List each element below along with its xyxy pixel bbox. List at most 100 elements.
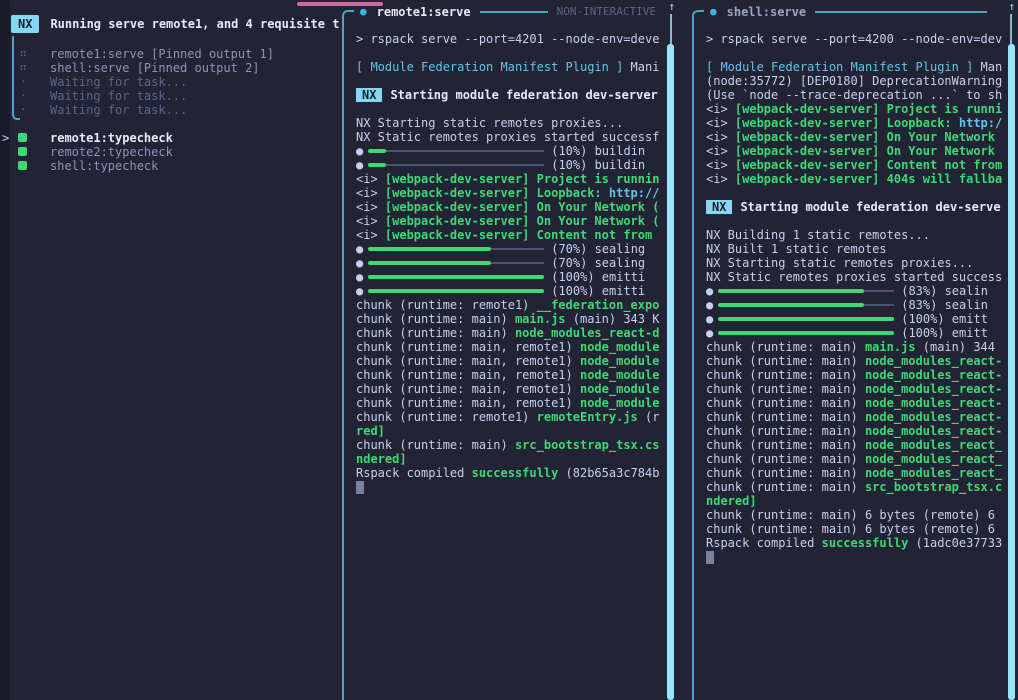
terminal-text-segment: red] <box>356 424 385 438</box>
selection-caret: > <box>2 131 14 145</box>
terminal-text-segment: main.js <box>865 340 916 354</box>
waiting-dot-icon: · <box>16 89 30 103</box>
terminal-text-segment: (Use `node --trace-deprecation ...` to s… <box>706 88 1002 102</box>
terminal-text-segment: > rspack serve --port=4200 --node-env=de… <box>706 32 1002 46</box>
progress-fill <box>718 303 864 307</box>
terminal-text-segment: [webpack-dev-server] On Your Network <box>735 144 995 158</box>
scrollbar-track[interactable] <box>670 14 672 44</box>
progress-label: (70%) sealing <box>551 242 645 256</box>
terminal-line: ●(83%) sealin <box>706 284 1004 298</box>
badge-message: Starting module federation dev-serve <box>740 200 1000 214</box>
terminal-line: chunk (runtime: main) 6 bytes (remote) 6 <box>706 508 1004 522</box>
terminal-text-segment: [webpack-dev-server] On Your Network <box>735 130 995 144</box>
progress-fill <box>718 331 894 335</box>
task-row-completed[interactable]: remote2:typecheck <box>0 145 341 159</box>
terminal-line: chunk (runtime: main) node_modules_react… <box>706 424 1004 438</box>
terminal-line: NX Static remotes proxies started succes… <box>706 270 1004 284</box>
waiting-dot-icon: · <box>16 103 30 117</box>
task-label: Waiting for task... <box>50 103 339 117</box>
terminal-text-segment: <i> <box>356 214 385 228</box>
scroll-up-arrow[interactable]: ↑ <box>668 0 675 13</box>
terminal-text-segment: (82b65a3c784b <box>558 466 659 480</box>
terminal-text-segment: <i> <box>706 102 735 116</box>
terminal-line: <i> [webpack-dev-server] On Your Network… <box>356 214 662 228</box>
terminal-text-segment: node_modules_react_ <box>865 438 1002 452</box>
terminal-line: ●(100%) emitti <box>356 270 662 284</box>
terminal-line: <i> [webpack-dev-server] 404s will fallb… <box>706 172 1004 186</box>
terminal-line: chunk (runtime: main, remote1) node_modu… <box>356 340 662 354</box>
terminal-text-segment: remoteEntry.js <box>537 410 638 424</box>
terminal-text-segment: chunk (runtime: main) <box>356 326 515 340</box>
terminal-header[interactable]: ● remote1:serve NON-INTERACTIVE <box>360 3 656 20</box>
terminal-text-segment: chunk (runtime: main) <box>706 452 865 466</box>
terminal-line: ●(100%) emitt <box>706 326 1004 340</box>
terminal-line: chunk (runtime: main) node_modules_react… <box>706 354 1004 368</box>
progress-bar <box>718 326 894 340</box>
progress-label: (83%) sealin <box>901 284 988 298</box>
task-row-pinned[interactable]: · Waiting for task... <box>0 103 341 117</box>
task-label: remote1:typecheck <box>50 131 339 145</box>
terminal-text-segment: [webpack-dev-server] Project is runnin <box>385 172 660 186</box>
terminal-text-segment: [webpack-dev-server] 404s will fallba <box>735 172 1002 186</box>
task-row-completed[interactable]: > remote1:typecheck <box>0 131 341 145</box>
task-row-completed[interactable]: shell:typecheck <box>0 159 341 173</box>
progress-bar <box>368 242 544 256</box>
terminal-text-segment: chunk (runtime: remote1) <box>356 298 537 312</box>
terminal-text-segment: chunk (runtime: main) <box>706 340 865 354</box>
terminal-line <box>356 74 662 88</box>
terminal-text-segment: Rspack compiled <box>706 536 822 550</box>
terminal-text-segment: ndered] <box>356 452 407 466</box>
scrollbar-track[interactable] <box>1010 14 1012 44</box>
terminal-text-segment: [webpack-dev-server] On Your Network ( <box>385 214 660 228</box>
terminal-text-segment: chunk (runtime: main, remote1) <box>356 354 580 368</box>
progress-label: (10%) buildin <box>551 144 645 158</box>
progress-rest <box>386 164 544 166</box>
nx-badge: NX <box>11 15 39 33</box>
terminal-text-segment: (r <box>638 410 660 424</box>
terminal-title: remote1:serve <box>377 5 471 19</box>
terminal-text-segment: <i> <box>356 186 385 200</box>
terminal-line: chunk (runtime: main) node_modules_react… <box>706 466 1004 480</box>
terminal-text-segment: [ Module Federation Manifest Plugin ] <box>706 60 973 74</box>
non-interactive-label: NON-INTERACTIVE <box>557 5 656 18</box>
terminal-text-segment: [webpack-dev-server] On Your Network ( <box>385 200 660 214</box>
success-square-icon <box>18 161 27 170</box>
terminal-panel-remote1-serve: ● remote1:serve NON-INTERACTIVE > rspack… <box>342 0 678 700</box>
progress-label: (100%) emitti <box>551 284 645 298</box>
terminal-text-segment: chunk (runtime: main, remote1) <box>356 382 580 396</box>
terminal-text-segment: __federation_expo <box>537 298 660 312</box>
terminal-text-segment: chunk (runtime: main) <box>706 466 865 480</box>
terminal-line: NXStarting module federation dev-server <box>356 88 662 102</box>
terminal-line: NX Built 1 static remotes <box>706 242 1004 256</box>
scroll-up-arrow[interactable]: ↑ <box>1008 0 1015 13</box>
progress-bullet-icon: ● <box>356 284 363 298</box>
task-row-pinned[interactable]: ⠶shell:serve [Pinned output 2] <box>0 61 341 75</box>
task-label: shell:typecheck <box>50 159 339 173</box>
terminal-text-segment: node_modules_react- <box>865 368 1002 382</box>
terminal-line: chunk (runtime: main) src_bootstrap_tsx.… <box>356 438 662 452</box>
scrollbar-thumb[interactable] <box>1008 44 1015 700</box>
task-row-pinned[interactable]: ·Waiting for task... <box>0 75 341 89</box>
progress-label: (100%) emitt <box>901 326 988 340</box>
progress-rest <box>864 290 894 292</box>
task-row-pinned[interactable]: ·Waiting for task... <box>0 89 341 103</box>
success-square-icon <box>18 133 27 142</box>
task-row-pinned[interactable]: ⠶remote1:serve [Pinned output 1] <box>0 47 341 61</box>
terminal-line: chunk (runtime: main, remote1) node_modu… <box>356 368 662 382</box>
terminal-line: > rspack serve --port=4200 --node-env=de… <box>706 32 1004 46</box>
terminal-output: > rspack serve --port=4201 --node-env=de… <box>356 32 662 700</box>
terminal-header[interactable]: ● shell:serve <box>710 3 996 20</box>
terminal-text-segment: <i> <box>706 144 735 158</box>
terminal-text-segment: http:/ <box>959 116 1002 130</box>
progress-fill <box>368 261 491 265</box>
progress-bullet-icon: ● <box>356 256 363 270</box>
terminal-text-segment: chunk (runtime: main) <box>706 382 865 396</box>
terminal-text-segment: <i> <box>356 228 385 242</box>
progress-bullet-icon: ● <box>356 144 363 158</box>
progress-fill <box>718 289 864 293</box>
scrollbar-thumb[interactable] <box>667 44 674 700</box>
terminal-text-segment: chunk (runtime: main, remote1) <box>356 396 580 410</box>
terminal-line: chunk (runtime: main, remote1) node_modu… <box>356 396 662 410</box>
terminal-text-segment: (main) 344 <box>916 340 995 354</box>
terminal-text-segment: main.js <box>515 312 566 326</box>
